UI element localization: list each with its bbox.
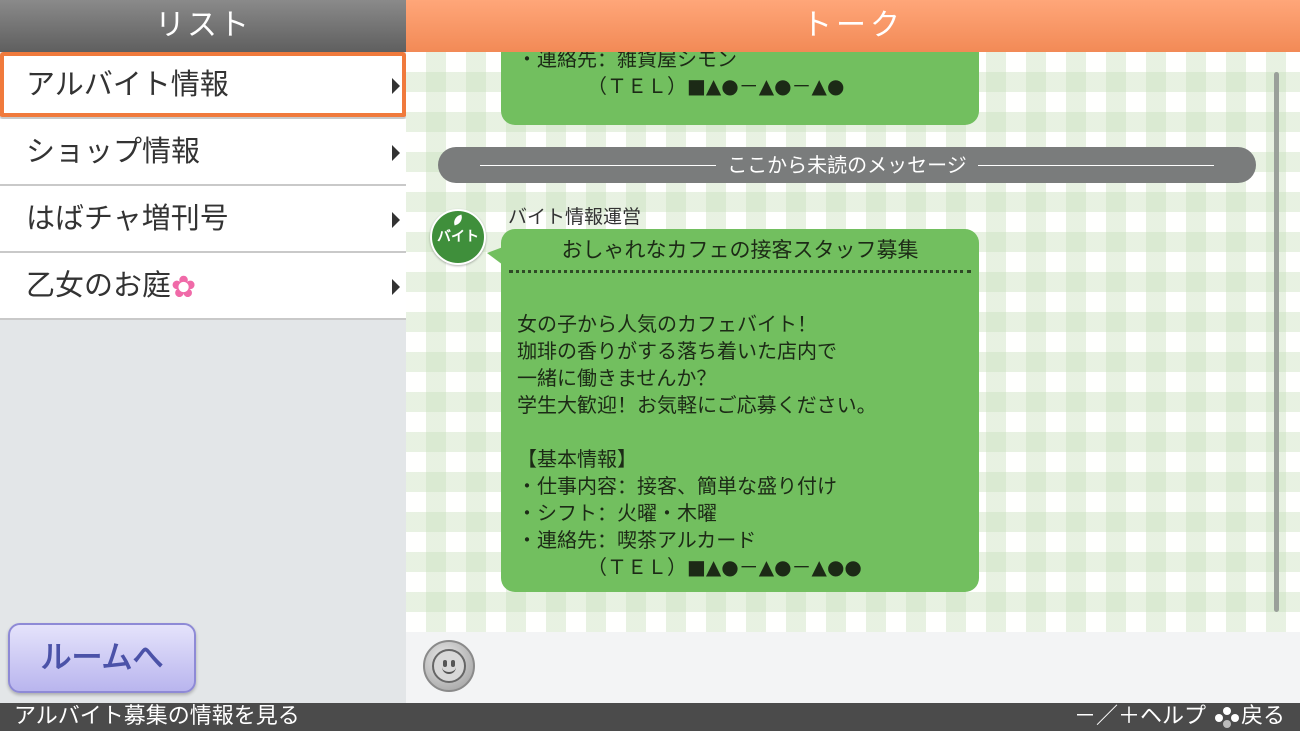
status-bar: アルバイト募集の情報を見る －／＋ヘルプ 戻る <box>0 703 1300 731</box>
avatar-label: バイト <box>437 229 479 245</box>
back-hint[interactable]: 戻る <box>1215 703 1285 731</box>
divider-rule <box>978 165 1214 166</box>
list-item-part-time-info[interactable]: アルバイト情報 <box>0 52 406 119</box>
chevron-right-icon <box>392 212 400 228</box>
message-bubble: おしゃれなカフェの接客スタッフ募集 女の子から人気のカフェバイト！ 珈琲の香りが… <box>487 229 979 592</box>
list-panel: リスト アルバイト情報 ショップ情報 はばチャ増刊号 乙女のお庭✿ ルームへ <box>0 0 406 703</box>
smiley-mouth <box>442 665 456 674</box>
chat-area[interactable]: ・連絡先：雑貨屋シモン （ＴＥＬ）■▲●－▲●－▲● ここから未読のメッセージ … <box>406 52 1300 632</box>
input-bar <box>406 632 1300 703</box>
message-line: ・連絡先：喫茶アルカード <box>517 528 757 552</box>
message-title: おしゃれなカフェの接客スタッフ募集 <box>509 229 971 273</box>
leaf-icon <box>451 214 465 226</box>
chevron-right-icon <box>392 145 400 161</box>
talk-title: トーク <box>406 0 1300 52</box>
message-line: 学生大歓迎！お気軽にご応募ください。 <box>517 393 877 417</box>
message-line <box>517 419 963 446</box>
list-item-special-issue[interactable]: はばチャ増刊号 <box>0 186 406 253</box>
chat-scrollbar[interactable] <box>1274 72 1279 612</box>
sender-avatar[interactable]: バイト <box>430 209 486 265</box>
chevron-right-icon <box>392 279 400 295</box>
list-item-maiden-garden[interactable]: 乙女のお庭✿ <box>0 253 406 320</box>
message-line: （ＴＥＬ）■▲●－▲●－▲●● <box>517 555 862 579</box>
list-item-label: はばチャ増刊号 <box>26 201 229 235</box>
button-dots-icon <box>1215 707 1239 728</box>
divider-rule <box>480 165 716 166</box>
unread-divider-label: ここから未読のメッセージ <box>721 153 973 177</box>
message-line: ・シフト：火曜・木曜 <box>517 501 717 525</box>
list-item-label: 乙女のお庭 <box>26 268 172 302</box>
message-line: （ＴＥＬ）■▲●－▲●－▲● <box>517 74 845 98</box>
list-item-shop-info[interactable]: ショップ情報 <box>0 119 406 186</box>
unread-divider: ここから未読のメッセージ <box>438 147 1256 183</box>
list-item-label: ショップ情報 <box>26 134 201 168</box>
list-title: リスト <box>0 0 406 52</box>
message-line: 女の子から人気のカフェバイト！ <box>517 312 817 336</box>
message-line: 【基本情報】 <box>517 447 637 471</box>
previous-message-bubble: ・連絡先：雑貨屋シモン （ＴＥＬ）■▲●－▲●－▲● <box>501 52 979 125</box>
smiley-icon <box>432 649 466 683</box>
message-line: ・連絡先：雑貨屋シモン <box>517 52 737 71</box>
message-body: 女の子から人気のカフェバイト！ 珈琲の香りがする落ち着いた店内で 一緒に働きませ… <box>517 273 963 581</box>
back-label: 戻る <box>1241 704 1286 729</box>
message-line: ・仕事内容：接客、簡単な盛り付け <box>517 474 837 498</box>
sender-name: バイト情報運営 <box>508 206 642 228</box>
talk-panel: トーク ・連絡先：雑貨屋シモン （ＴＥＬ）■▲●－▲●－▲● ここから未読のメッ… <box>406 0 1300 703</box>
list-item-label: アルバイト情報 <box>26 67 229 101</box>
emoji-button[interactable] <box>423 640 475 692</box>
message-line: 珈琲の香りがする落ち着いた店内で <box>517 339 837 363</box>
bubble-tail <box>487 247 503 265</box>
go-to-room-button[interactable]: ルームへ <box>8 623 196 693</box>
chevron-right-icon <box>392 78 400 94</box>
message-line: 一緒に働きませんか？ <box>517 366 717 390</box>
help-hint[interactable]: －／＋ヘルプ <box>1074 703 1206 731</box>
flower-icon: ✿ <box>171 269 197 305</box>
status-description: アルバイト募集の情報を見る <box>14 704 300 729</box>
